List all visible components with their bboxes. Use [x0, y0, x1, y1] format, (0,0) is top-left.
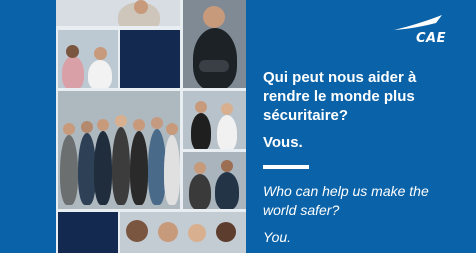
photo-team-group	[58, 91, 180, 209]
photo-collage	[56, 0, 246, 253]
cae-logo[interactable]: CAE	[390, 14, 446, 46]
headline-french: Qui peut nous aider à rendre le monde pl…	[263, 69, 417, 124]
navy-block-upper	[120, 30, 180, 88]
message-panel: CAE Qui peut nous aider à rendre le mond…	[246, 0, 476, 253]
answer-english: You.	[263, 229, 292, 245]
cae-logo-mark-icon	[394, 15, 442, 30]
divider	[263, 165, 309, 169]
photo-office-top	[56, 0, 180, 26]
headline-english: Who can help us make the world safer?	[263, 183, 429, 218]
photo-man-headset	[183, 0, 246, 88]
cae-ad-banner[interactable]: CAE Qui peut nous aider à rendre le mond…	[0, 0, 476, 253]
answer-french: Vous.	[263, 134, 303, 151]
photo-colleagues-laptop	[58, 30, 118, 88]
photo-seated-pair	[183, 152, 246, 209]
navy-block-lower	[58, 212, 118, 253]
logo-text: CAE	[416, 31, 446, 46]
photo-women-standing	[183, 91, 246, 149]
photo-bottom-faces	[120, 212, 246, 253]
